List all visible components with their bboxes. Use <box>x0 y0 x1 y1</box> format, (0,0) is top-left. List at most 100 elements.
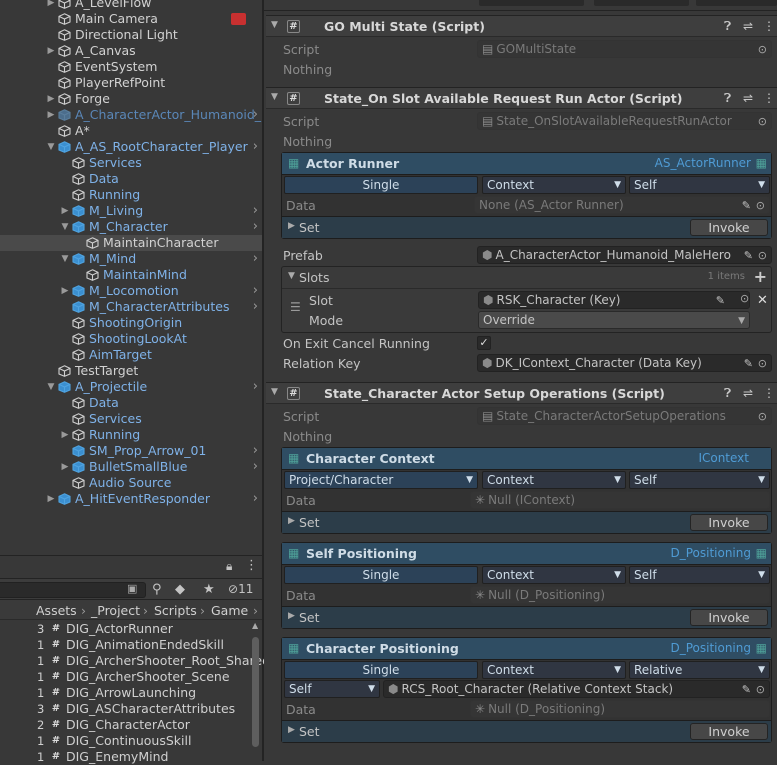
object-picker-icon[interactable]: ⊙ <box>758 248 767 263</box>
hierarchy-item[interactable]: Running <box>0 187 262 203</box>
open-prefab-chevron-icon[interactable]: › <box>253 299 258 315</box>
partial-field[interactable] <box>479 0 584 6</box>
slot-field[interactable]: ⬢ RSK_Character (Key) ✎ <box>478 291 750 309</box>
object-picker-icon[interactable]: ⊙ <box>756 198 765 213</box>
prefab-field[interactable]: ⬢ A_CharacterActor_Humanoid_MaleHero ⊙ ✎ <box>477 246 772 264</box>
filter-label-icon[interactable]: ◆ <box>175 582 185 597</box>
hierarchy-item[interactable]: MaintainMind <box>0 267 262 283</box>
data-field[interactable]: ✳ Null (D_Positioning) <box>470 700 770 718</box>
object-picker-icon[interactable]: ⊙ <box>758 42 767 57</box>
stack-target-dropdown[interactable]: Self ▼ <box>284 680 380 698</box>
project-file-item[interactable]: 3 # DIG_ActorRunner <box>0 621 250 637</box>
expand-arrow-right-icon[interactable]: ▶ <box>60 427 70 443</box>
object-picker-icon[interactable]: ⊙ <box>756 682 765 697</box>
expand-arrow-right-icon[interactable]: ▶ <box>60 283 70 299</box>
open-prefab-chevron-icon[interactable]: › <box>253 107 258 123</box>
lock-icon[interactable]: 🔒︎ <box>226 559 232 574</box>
hierarchy-item[interactable]: EventSystem <box>0 59 262 75</box>
object-picker-icon[interactable]: ⊙ <box>758 114 767 129</box>
fold-arrow-icon[interactable]: ▶ <box>288 725 295 735</box>
hierarchy-item[interactable]: Services <box>0 411 262 427</box>
object-picker-icon[interactable]: ⊙ <box>740 292 749 305</box>
pencil-icon[interactable]: ✎ <box>744 356 753 371</box>
open-prefab-chevron-icon[interactable]: › <box>253 283 258 299</box>
component-header-setup-operations[interactable]: ▼ # State_Character Actor Setup Operatio… <box>266 382 777 404</box>
expand-arrow-right-icon[interactable]: ▶ <box>46 43 56 59</box>
pencil-icon[interactable]: ✎ <box>742 682 751 697</box>
partial-field[interactable] <box>696 0 777 6</box>
binding-target-dropdown[interactable]: Self ▼ <box>629 566 770 584</box>
component-header-state-on-slot[interactable]: ▼ # State_On Slot Available Request Run … <box>266 87 777 109</box>
hierarchy-item[interactable]: ShootingOrigin <box>0 315 262 331</box>
hierarchy-item[interactable]: Audio Source <box>0 475 262 491</box>
open-prefab-chevron-icon[interactable]: › <box>253 203 258 219</box>
expand-arrow-down-icon[interactable]: ▼ <box>60 219 70 235</box>
fold-arrow-icon[interactable]: ▼ <box>271 387 278 397</box>
binding-mode-dropdown[interactable]: Single <box>284 661 478 679</box>
invoke-button[interactable]: Invoke <box>690 219 768 236</box>
open-prefab-chevron-icon[interactable]: › <box>253 459 258 475</box>
hierarchy-item[interactable]: ▶ BulletSmallBlue › <box>0 459 262 475</box>
breadcrumb-game[interactable]: Game <box>211 603 248 618</box>
hierarchy-item[interactable]: ▶ M_Living › <box>0 203 262 219</box>
object-picker-icon[interactable]: ⊙ <box>758 409 767 424</box>
project-file-item[interactable]: 1 # DIG_ContinuousSkill <box>0 733 250 749</box>
breadcrumb-scripts[interactable]: Scripts <box>154 603 197 618</box>
project-file-item[interactable]: 1 # DIG_EnemyMind <box>0 749 250 765</box>
component-header-go-multi-state[interactable]: ▼ # GO Multi State (Script) ❓︎ ⇌ ⋮ <box>266 15 777 37</box>
hierarchy-item[interactable]: TestTarget <box>0 363 262 379</box>
hierarchy-item[interactable]: ▶ Running <box>0 427 262 443</box>
project-scrollbar[interactable]: ▲ <box>251 621 260 762</box>
hierarchy-item[interactable]: PlayerRefPoint <box>0 75 262 91</box>
presets-icon[interactable]: ⇌ <box>743 386 753 400</box>
fold-arrow-icon[interactable]: ▶ <box>288 221 295 231</box>
expand-arrow-right-icon[interactable]: ▶ <box>60 459 70 475</box>
add-item-icon[interactable]: + <box>754 267 767 286</box>
hierarchy-item[interactable]: ▶ M_Locomotion › <box>0 283 262 299</box>
binding-mode-dropdown[interactable]: Single <box>284 566 478 584</box>
hierarchy-item[interactable]: ▶ Forge <box>0 91 262 107</box>
search-by-type-icon[interactable]: ▣ <box>127 582 137 595</box>
favorite-star-icon[interactable]: ★ <box>203 582 215 597</box>
hierarchy-item[interactable]: Data <box>0 395 262 411</box>
component-menu-icon[interactable]: ⋮ <box>763 19 775 33</box>
project-file-item[interactable]: 1 # DIG_ArcherShooter_Root_Shared <box>0 653 270 669</box>
binding-source-dropdown[interactable]: Context ▼ <box>482 566 626 584</box>
component-menu-icon[interactable]: ⋮ <box>763 386 775 400</box>
open-prefab-chevron-icon[interactable]: › <box>253 491 258 507</box>
binding-target-dropdown[interactable]: Relative ▼ <box>629 661 770 679</box>
hidden-packages-toggle[interactable]: ⊘11 <box>228 582 253 596</box>
scrollbar-thumb[interactable] <box>252 637 259 747</box>
binding-source-dropdown[interactable]: Context ▼ <box>482 176 626 194</box>
invoke-button[interactable]: Invoke <box>690 723 768 740</box>
data-field[interactable]: ✳ Null (IContext) <box>470 491 770 509</box>
expand-arrow-right-icon[interactable]: ▶ <box>46 107 56 123</box>
script-field[interactable]: ▤ GOMultiState ⊙ <box>477 40 772 58</box>
help-icon[interactable]: ❓︎ <box>724 19 731 34</box>
fold-arrow-icon[interactable]: ▼ <box>271 92 278 102</box>
hierarchy-item[interactable]: ▼ M_Character › <box>0 219 262 235</box>
invoke-button[interactable]: Invoke <box>690 609 768 626</box>
pencil-icon[interactable]: ✎ <box>742 198 751 213</box>
hierarchy-item[interactable]: AimTarget <box>0 347 262 363</box>
hierarchy-item[interactable]: ShootingLookAt <box>0 331 262 347</box>
help-icon[interactable]: ❓︎ <box>724 386 731 401</box>
hierarchy-item[interactable]: ▼ A_AS_RootCharacter_Player › <box>0 139 262 155</box>
hierarchy-item[interactable]: ▼ A_Projectile › <box>0 379 262 395</box>
kebab-menu-icon[interactable]: ⋮ <box>245 558 258 573</box>
binding-mode-dropdown[interactable]: Single <box>284 176 478 194</box>
presets-icon[interactable]: ⇌ <box>743 19 753 33</box>
hierarchy-item[interactable]: ▶ A_Canvas <box>0 43 262 59</box>
hierarchy-item[interactable]: Directional Light <box>0 27 262 43</box>
binding-target-dropdown[interactable]: Self ▼ <box>629 176 770 194</box>
drag-handle-icon[interactable]: ☰ <box>290 300 301 314</box>
open-prefab-chevron-icon[interactable]: › <box>253 139 258 155</box>
binding-source-dropdown[interactable]: Context ▼ <box>482 661 626 679</box>
data-field[interactable]: ✳ Null (D_Positioning) <box>470 586 770 604</box>
binding-target-dropdown[interactable]: Self ▼ <box>629 471 770 489</box>
relation-key-field[interactable]: ⬢ DK_IContext_Character (Data Key) ⊙ ✎ <box>477 354 772 372</box>
script-field[interactable]: ▤ State_CharacterActorSetupOperations ⊙ <box>477 407 772 425</box>
project-file-item[interactable]: 1 # DIG_AnimationEndedSkill <box>0 637 250 653</box>
expand-arrow-right-icon[interactable]: ▶ <box>46 0 56 11</box>
hierarchy-item[interactable]: Main Camera <box>0 11 262 27</box>
